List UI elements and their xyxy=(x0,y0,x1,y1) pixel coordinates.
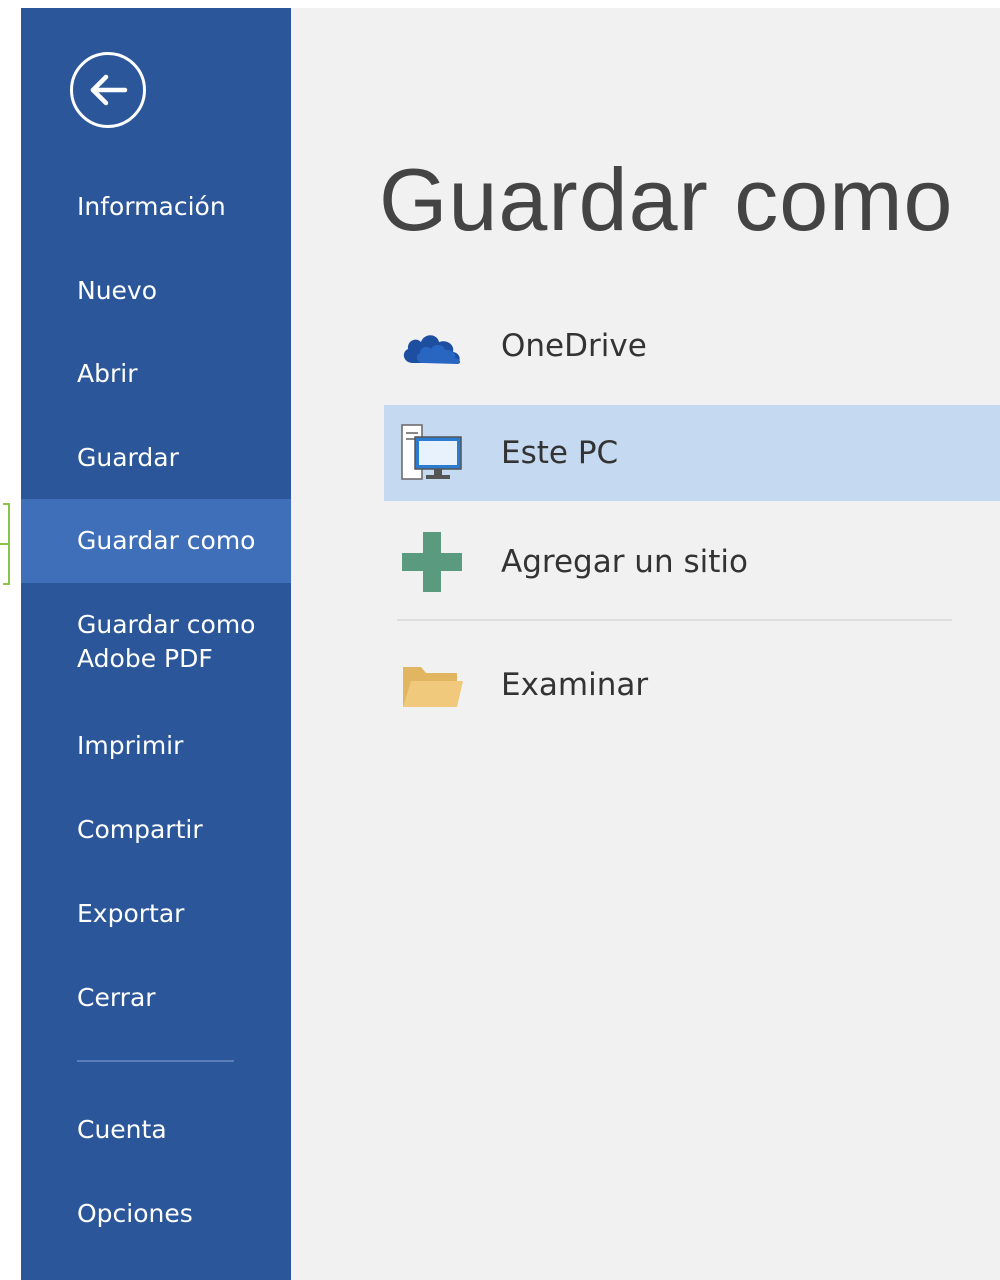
arrow-left-icon xyxy=(90,74,128,106)
backstage-sidebar: Información Nuevo Abrir Guardar Guardar … xyxy=(21,8,291,1280)
app-window: Información Nuevo Abrir Guardar Guardar … xyxy=(0,0,1000,1280)
sidebar-item-compartir[interactable]: Compartir xyxy=(21,788,291,872)
sidebar-item-guardar-como-pdf[interactable]: Guardar como Adobe PDF xyxy=(21,600,291,696)
place-label: Examinar xyxy=(501,667,649,703)
sidebar-item-guardar[interactable]: Guardar xyxy=(21,416,291,500)
sidebar-divider xyxy=(77,1060,234,1062)
place-label: OneDrive xyxy=(501,328,647,364)
sidebar-item-opciones[interactable]: Opciones xyxy=(21,1172,291,1256)
place-add-site[interactable]: Agregar un sitio xyxy=(384,514,1000,610)
save-as-panel: Guardar como OneDrive Este PC Agregar un… xyxy=(291,8,1000,1280)
sidebar-item-label-line1: Guardar como xyxy=(77,610,256,639)
folder-icon xyxy=(403,667,463,707)
content-divider xyxy=(397,619,952,621)
page-title: Guardar como xyxy=(379,150,954,249)
sidebar-item-exportar[interactable]: Exportar xyxy=(21,872,291,956)
sidebar-item-label-line2: Adobe PDF xyxy=(77,644,213,673)
sidebar-item-abrir[interactable]: Abrir xyxy=(21,332,291,416)
place-label: Este PC xyxy=(501,435,619,471)
sidebar-item-guardar-como[interactable]: Guardar como xyxy=(21,499,291,583)
focus-marker xyxy=(0,503,10,585)
place-label: Agregar un sitio xyxy=(501,544,748,580)
plus-icon xyxy=(402,532,462,592)
back-button[interactable] xyxy=(70,52,146,128)
place-browse[interactable]: Examinar xyxy=(384,637,1000,733)
place-this-pc[interactable]: Este PC xyxy=(384,405,1000,501)
sidebar-item-imprimir[interactable]: Imprimir xyxy=(21,704,291,788)
cloud-icon xyxy=(403,335,461,364)
sidebar-item-nuevo[interactable]: Nuevo xyxy=(21,249,291,333)
sidebar-item-informacion[interactable]: Información xyxy=(21,165,291,249)
sidebar-item-cuenta[interactable]: Cuenta xyxy=(21,1088,291,1172)
place-onedrive[interactable]: OneDrive xyxy=(384,298,1000,394)
computer-icon xyxy=(401,424,462,480)
sidebar-item-cerrar[interactable]: Cerrar xyxy=(21,956,291,1040)
